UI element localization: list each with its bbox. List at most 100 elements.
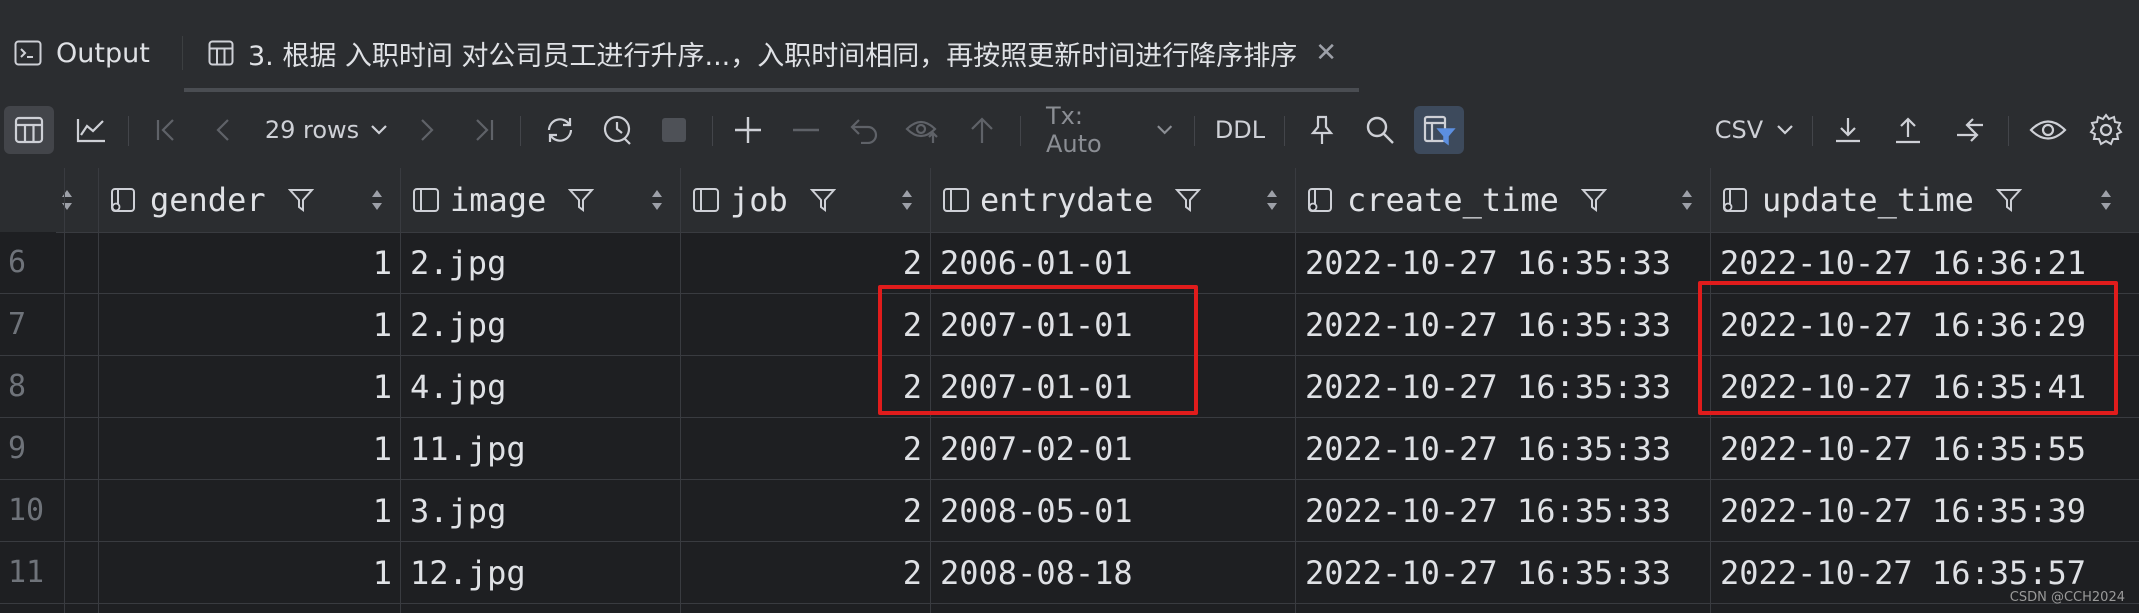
column-header-gender[interactable]: gender (98, 168, 400, 232)
cell-create-time[interactable]: 2022-10-27 16:35:33 (1305, 542, 1705, 603)
transaction-mode-dropdown[interactable]: Tx: Auto (1046, 102, 1174, 158)
cell-gender[interactable]: 1 (98, 356, 392, 417)
refresh-icon (547, 118, 573, 142)
first-page-icon (156, 119, 174, 141)
settings-button[interactable] (2084, 106, 2128, 154)
gear-icon (2089, 113, 2123, 146)
separator (1194, 116, 1195, 146)
column-icon (412, 187, 440, 213)
cell-image[interactable]: 3.jpg (410, 480, 670, 541)
export-format-dropdown[interactable]: CSV (1712, 106, 1798, 154)
column-divider (1295, 168, 1296, 613)
filter-icon[interactable] (1175, 187, 1202, 213)
column-header-create-time[interactable]: create_time (1295, 168, 1710, 232)
cell-entrydate[interactable]: 2007-02-01 (940, 418, 1285, 479)
column-header-job[interactable]: job (680, 168, 930, 232)
cell-gender[interactable]: 1 (98, 294, 392, 355)
column-header-update-time[interactable]: update_time (1710, 168, 2129, 232)
previous-page-button[interactable] (208, 106, 238, 154)
cell-image[interactable]: 2.jpg (410, 294, 670, 355)
cell-entrydate[interactable]: 2008-05-01 (940, 480, 1285, 541)
column-header-image[interactable]: image (400, 168, 680, 232)
pin-icon (1310, 115, 1334, 144)
tab-output[interactable]: Output (14, 14, 150, 92)
pin-tab-button[interactable] (1302, 106, 1342, 154)
cell-image[interactable]: 4.jpg (410, 356, 670, 417)
cell-job[interactable]: 2 (680, 418, 922, 479)
filter-icon[interactable] (568, 187, 595, 213)
sort-arrows-icon[interactable] (650, 188, 664, 213)
chart-view-button[interactable] (68, 106, 114, 154)
cell-job[interactable]: 2 (680, 232, 922, 293)
delete-row-button[interactable] (786, 106, 826, 154)
preview-changes-button[interactable] (900, 106, 946, 154)
next-page-button[interactable] (412, 106, 442, 154)
filter-icon[interactable] (809, 187, 836, 213)
separator (128, 116, 129, 146)
column-icon (942, 187, 970, 213)
cell-create-time[interactable]: 2022-10-27 16:35:33 (1305, 294, 1705, 355)
cell-job[interactable]: 2 (680, 542, 922, 603)
filter-toggle-button[interactable] (1414, 106, 1464, 154)
cell-image[interactable]: 2.jpg (410, 232, 670, 293)
cell-job[interactable]: 2 (680, 480, 922, 541)
view-options-button[interactable] (2024, 106, 2072, 154)
cell-gender[interactable]: 1 (98, 418, 392, 479)
terminal-icon (14, 40, 42, 66)
cell-create-time[interactable]: 2022-10-27 16:35:33 (1305, 418, 1705, 479)
chevron-down-icon (1777, 125, 1793, 135)
submit-button[interactable] (962, 106, 1002, 154)
sort-arrows-icon[interactable] (900, 188, 914, 213)
column-pk-icon (1307, 187, 1337, 213)
rows-count-dropdown[interactable]: 29 rows (262, 106, 392, 154)
sort-arrows-icon[interactable] (1265, 188, 1279, 213)
table-row[interactable]: 11 1 12.jpg 2 2008-08-18 2022-10-27 16:3… (0, 542, 2139, 604)
add-row-button[interactable] (728, 106, 768, 154)
sort-arrows-icon[interactable] (2099, 188, 2113, 213)
sort-arrows-icon[interactable] (370, 188, 384, 213)
table-icon (208, 40, 234, 66)
separator (1284, 116, 1285, 146)
cell-create-time[interactable]: 2022-10-27 16:35:33 (1305, 356, 1705, 417)
cell-update-time[interactable]: 2022-10-27 16:35:39 (1720, 480, 2125, 541)
cell-entrydate[interactable]: 2008-08-18 (940, 542, 1285, 603)
table-row[interactable]: 9 1 11.jpg 2 2007-02-01 2022-10-27 16:35… (0, 418, 2139, 480)
row-number: 9 (0, 418, 56, 479)
cell-image[interactable]: 12.jpg (410, 542, 670, 603)
last-page-button[interactable] (466, 106, 502, 154)
sort-arrows-icon[interactable] (1680, 188, 1694, 213)
download-button[interactable] (1828, 106, 1868, 154)
revert-button[interactable] (844, 106, 884, 154)
cell-gender[interactable]: 1 (98, 542, 392, 603)
compare-button[interactable] (1948, 106, 1992, 154)
upload-button[interactable] (1888, 106, 1928, 154)
cell-create-time[interactable]: 2022-10-27 16:35:33 (1305, 480, 1705, 541)
table-row[interactable]: 10 1 3.jpg 2 2008-05-01 2022-10-27 16:35… (0, 480, 2139, 542)
history-button[interactable] (596, 106, 640, 154)
refresh-button[interactable] (538, 106, 582, 154)
filter-icon[interactable] (1580, 187, 1607, 213)
table-view-button[interactable] (4, 106, 54, 154)
column-header-entrydate[interactable]: entrydate (930, 168, 1295, 232)
search-button[interactable] (1360, 106, 1400, 154)
separator (520, 116, 521, 146)
tab-query-result[interactable]: 3. 根据 入职时间 对公司员工进行升序...，入职时间相同，再按照更新时间进行… (184, 14, 1360, 92)
row-number: 11 (0, 542, 56, 603)
column-name: gender (150, 181, 266, 219)
ddl-button[interactable]: DDL (1210, 106, 1270, 154)
cell-gender[interactable]: 1 (98, 232, 392, 293)
cell-create-time[interactable]: 2022-10-27 16:35:33 (1305, 232, 1705, 293)
filter-icon[interactable] (287, 187, 314, 213)
chevron-down-icon (371, 125, 387, 135)
stop-button[interactable] (654, 106, 694, 154)
undo-icon (850, 119, 878, 144)
cell-update-time[interactable]: 2022-10-27 16:35:55 (1720, 418, 2125, 479)
filter-icon[interactable] (1995, 187, 2022, 213)
first-page-button[interactable] (148, 106, 184, 154)
cell-entrydate[interactable]: 2006-01-01 (940, 232, 1285, 293)
close-icon[interactable]: ✕ (1315, 38, 1337, 68)
cell-image[interactable]: 11.jpg (410, 418, 670, 479)
row-number: 8 (0, 356, 56, 417)
cell-gender[interactable]: 1 (98, 480, 392, 541)
plus-icon (735, 117, 761, 143)
